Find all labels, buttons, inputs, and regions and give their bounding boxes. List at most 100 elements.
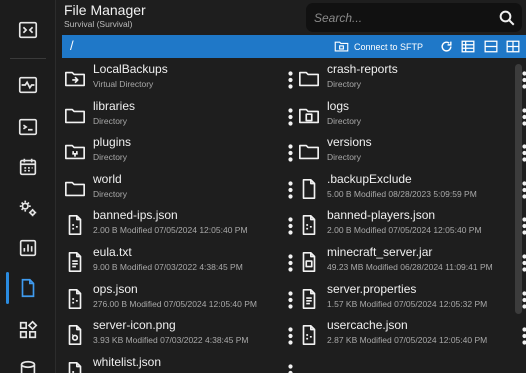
file-menu-button[interactable] — [285, 363, 295, 373]
sidebar-item-plugins[interactable] — [0, 310, 56, 350]
file-item[interactable]: libraries Directory — [63, 98, 297, 134]
file-meta: 9.00 B Modified 07/03/2022 4:38:45 PM — [93, 262, 243, 272]
file-menu-button[interactable] — [285, 326, 295, 346]
compact-view-icon — [484, 40, 498, 53]
sidebar-item-dashboard[interactable] — [0, 65, 56, 105]
file-item[interactable]: LocalBackups Virtual Directory — [63, 61, 297, 97]
file-name: versions — [327, 135, 372, 150]
file-icon — [297, 177, 321, 201]
file-menu-button[interactable] — [285, 70, 295, 90]
file-item[interactable]: logs Directory — [297, 98, 526, 134]
file-item[interactable]: minecraft_server.jar 49.23 MB Modified 06… — [297, 244, 526, 280]
sliders-icon — [18, 76, 38, 94]
file-name: whitelist.json — [93, 354, 162, 369]
file-name: ops.json — [93, 281, 138, 296]
folder-icon — [297, 67, 321, 91]
scroll-thumb[interactable] — [515, 64, 522, 314]
connect-sftp-button[interactable]: Connect to SFTP — [330, 35, 432, 58]
file-menu-button[interactable] — [285, 180, 295, 200]
file-meta: Virtual Directory — [93, 79, 154, 89]
sidebar-item-schedule[interactable] — [0, 147, 56, 187]
file-meta: 2.00 B Modified 07/05/2024 12:05:40 PM — [93, 225, 248, 236]
file-menu-button[interactable] — [285, 143, 295, 163]
kebab-icon — [287, 71, 293, 89]
file-item[interactable]: eula.txt 9.00 B Modified 07/03/2022 4:38:… — [63, 244, 297, 280]
breadcrumb-root[interactable]: / — [70, 38, 74, 53]
kebab-icon — [287, 364, 293, 373]
file-item[interactable]: banned-players.json 2.00 B Modified 07/05… — [297, 207, 526, 243]
file-item[interactable]: crash-reports Directory — [297, 61, 526, 97]
file-menu-button[interactable] — [285, 253, 295, 273]
sidebar-item-files[interactable] — [0, 268, 56, 308]
search-button[interactable] — [492, 9, 522, 27]
kebab-icon — [521, 144, 526, 162]
connect-sftp-label: Connect to SFTP — [354, 41, 424, 52]
file-meta: Directory — [93, 152, 128, 163]
path-bar: / — [62, 35, 526, 58]
file-meta: Directory — [93, 115, 128, 126]
file-item[interactable]: whitelist.json2.00 B Modified 07/03/2022… — [63, 354, 297, 373]
file-item[interactable]: .backupExclude 5.00 B Modified 08/28/2023… — [297, 171, 526, 207]
file-meta: Directory — [327, 115, 362, 126]
file-icon — [21, 278, 35, 298]
server-subtitle: Survival (Survival) — [64, 19, 133, 29]
kebab-icon — [287, 327, 293, 345]
sidebar — [0, 0, 56, 373]
file-item[interactable]: world Directory — [63, 171, 297, 207]
folder-icon — [297, 140, 321, 164]
kebab-icon — [287, 290, 293, 309]
file-menu-button[interactable] — [285, 216, 295, 236]
file-menu-button[interactable] — [285, 290, 295, 310]
file-icon — [63, 360, 87, 373]
file-item[interactable]: server.properties 1.57 KB Modified 07/05/… — [297, 281, 526, 317]
kebab-icon — [521, 254, 526, 272]
kebab-icon — [287, 144, 293, 162]
file-name: plugins — [93, 135, 132, 150]
sidebar-divider — [10, 58, 46, 59]
collapse-icon — [18, 21, 38, 39]
folder-icon — [63, 177, 87, 201]
file-item[interactable]: plugins Directory — [63, 134, 297, 170]
file-item[interactable]: server-icon.png 3.93 KB Modified 07/03/20… — [63, 317, 297, 353]
file-meta: 1.57 KB Modified 07/05/2024 12:05:32 PM — [327, 298, 488, 309]
search-input[interactable] — [306, 3, 492, 32]
grid-view-button[interactable] — [503, 35, 523, 58]
kebab-icon — [521, 327, 526, 345]
list-view-button[interactable] — [458, 35, 478, 58]
file-name: eula.txt — [93, 245, 132, 259]
refresh-icon — [440, 41, 452, 52]
file-icon — [63, 287, 87, 311]
file-name: libraries — [93, 98, 136, 113]
file-item[interactable]: usercache.json 2.87 KB Modified 07/05/202… — [297, 317, 526, 353]
sidebar-item-console[interactable] — [0, 107, 56, 147]
sidebar-item-settings[interactable] — [0, 188, 56, 228]
refresh-button[interactable] — [436, 35, 456, 58]
file-name: LocalBackups — [93, 62, 168, 76]
file-icon — [297, 250, 321, 274]
file-item[interactable]: banned-ips.json 2.00 B Modified 07/05/202… — [63, 207, 297, 243]
sidebar-item-database[interactable] — [0, 350, 56, 373]
file-name: .backupExclude — [327, 171, 412, 186]
file-item[interactable]: versions Directory — [297, 134, 526, 170]
file-meta: Directory — [327, 152, 362, 163]
chart-icon — [19, 239, 37, 257]
kebab-icon — [521, 71, 526, 89]
file-meta: 49.23 MB Modified 06/28/2024 11:09:41 PM — [327, 262, 493, 272]
file-name: banned-players.json — [327, 208, 436, 223]
file-meta: Directory — [93, 188, 128, 199]
page-title: File Manager — [64, 2, 146, 18]
kebab-icon — [521, 181, 526, 199]
sidebar-item-stats[interactable] — [0, 228, 56, 268]
compact-view-button[interactable] — [481, 35, 501, 58]
file-item[interactable]: ops.json 276.00 B Modified 07/05/2024 12:… — [63, 281, 297, 317]
file-menu-button[interactable] — [285, 107, 295, 127]
file-name: server.properties — [327, 281, 417, 296]
kebab-icon — [287, 181, 293, 199]
collapse-button[interactable] — [0, 10, 56, 50]
scrollbar[interactable] — [515, 62, 522, 373]
list-view-icon — [461, 40, 475, 53]
file-name: usercache.json — [327, 318, 408, 333]
file-meta: 3.93 KB Modified 07/03/2022 4:38:45 PM — [93, 335, 249, 346]
database-icon — [20, 360, 36, 373]
file-name: server-icon.png — [93, 318, 176, 333]
